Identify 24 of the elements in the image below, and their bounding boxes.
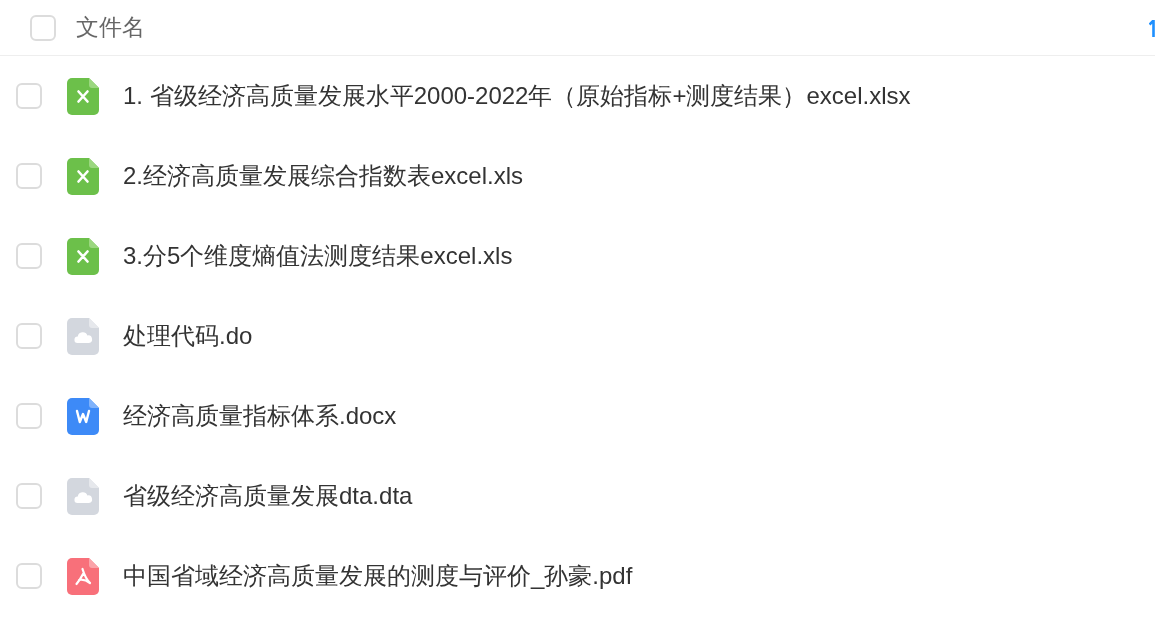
checkbox[interactable] bbox=[16, 163, 42, 189]
pdf-file-icon bbox=[67, 557, 99, 595]
file-name[interactable]: 中国省域经济高质量发展的测度与评价_孙豪.pdf bbox=[123, 564, 633, 588]
checkbox[interactable] bbox=[16, 563, 42, 589]
checkbox[interactable] bbox=[16, 403, 42, 429]
cloud-file-icon bbox=[67, 317, 99, 355]
checkbox[interactable] bbox=[16, 483, 42, 509]
spreadsheet-file-icon bbox=[67, 237, 99, 275]
file-name[interactable]: 3.分5个维度熵值法测度结果excel.xls bbox=[123, 244, 513, 268]
checkbox[interactable] bbox=[16, 323, 42, 349]
sort-arrow-icon bbox=[1149, 20, 1155, 37]
document-file-icon bbox=[67, 397, 99, 435]
column-header: 文件名 bbox=[76, 16, 145, 39]
spreadsheet-file-icon bbox=[67, 77, 99, 115]
file-name[interactable]: 处理代码.do bbox=[123, 324, 253, 348]
file-name[interactable]: 2.经济高质量发展综合指数表excel.xls bbox=[123, 164, 524, 188]
checkbox[interactable] bbox=[16, 83, 42, 109]
checkbox[interactable] bbox=[30, 14, 56, 41]
cloud-file-icon bbox=[67, 477, 99, 515]
checkbox[interactable] bbox=[16, 243, 42, 269]
file-name[interactable]: 经济高质量指标体系.docx bbox=[123, 404, 397, 428]
spreadsheet-file-icon bbox=[67, 157, 99, 195]
file-name[interactable]: 1. 省级经济高质量发展水平2000-2022年（原始指标+测度结果）excel.xlsx bbox=[123, 84, 911, 108]
file-name[interactable]: 省级经济高质量发展dta.dta bbox=[123, 484, 413, 508]
